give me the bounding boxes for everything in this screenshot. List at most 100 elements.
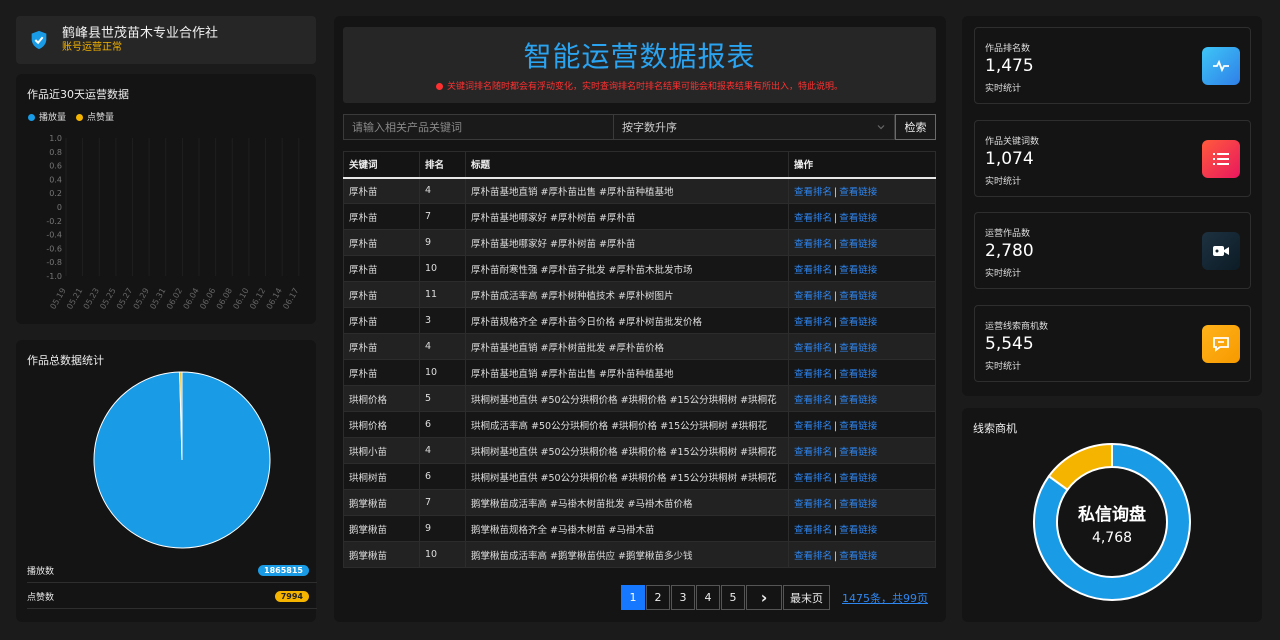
card-value: 1,074 bbox=[985, 149, 1034, 169]
cell-actions: 查看排名 | 查看链接 bbox=[788, 463, 936, 490]
search-button[interactable]: 检索 bbox=[895, 114, 936, 140]
table-row: 珙桐树苗 6 珙桐树基地直供 #50公分珙桐价格 #珙桐价格 #15公分珙桐树 #珙… bbox=[343, 463, 936, 490]
table-row: 厚朴苗 9 厚朴苗基地哪家好 #厚朴树苗 #厚朴苗 查看排名 | 查看链接 bbox=[343, 229, 936, 256]
page-5[interactable]: 5 bbox=[721, 585, 745, 610]
view-rank-link[interactable]: 查看排名 bbox=[794, 473, 832, 484]
y-tick-label: -0.6 bbox=[46, 244, 62, 253]
last-page-button[interactable]: 最末页 bbox=[783, 585, 830, 610]
page-1[interactable]: 1 bbox=[621, 585, 645, 610]
cell-title: 珙桐成活率高 #50公分珙桐价格 #珙桐价格 #15公分珙桐树 #珙桐花 bbox=[465, 411, 789, 438]
cell-rank: 10 bbox=[419, 255, 466, 282]
cell-title: 厚朴苗基地直销 #厚朴树苗批发 #厚朴苗价格 bbox=[465, 333, 789, 360]
chevron-down-icon bbox=[877, 125, 885, 130]
view-rank-link[interactable]: 查看排名 bbox=[794, 343, 832, 354]
view-rank-link[interactable]: 查看排名 bbox=[794, 369, 832, 380]
view-link-link[interactable]: 查看链接 bbox=[839, 265, 877, 276]
table-row: 珙桐价格 6 珙桐成活率高 #50公分珙桐价格 #珙桐价格 #15公分珙桐树 #珙桐… bbox=[343, 411, 936, 438]
view-rank-link[interactable]: 查看排名 bbox=[794, 421, 832, 432]
cell-keyword: 珙桐价格 bbox=[343, 411, 420, 438]
view-link-link[interactable]: 查看链接 bbox=[839, 551, 877, 562]
cell-rank: 6 bbox=[419, 463, 466, 490]
like-count-badge: 7994 bbox=[274, 591, 309, 602]
next-page-button[interactable]: › bbox=[746, 585, 782, 610]
cell-keyword: 厚朴苗 bbox=[343, 255, 420, 282]
view-rank-link[interactable]: 查看排名 bbox=[794, 395, 832, 406]
legend-item-play[interactable]: 播放量 bbox=[28, 110, 66, 123]
cell-keyword: 鹅掌楸苗 bbox=[343, 541, 420, 568]
view-link-link[interactable]: 查看链接 bbox=[839, 395, 877, 406]
y-tick-label: -0.8 bbox=[46, 258, 62, 267]
col-rank: 排名 bbox=[419, 151, 466, 179]
cell-keyword: 珙桐小苗 bbox=[343, 437, 420, 464]
view-rank-link[interactable]: 查看排名 bbox=[794, 213, 832, 224]
view-link-link[interactable]: 查看链接 bbox=[839, 499, 877, 510]
donut-center-value: 4,768 bbox=[1092, 530, 1132, 546]
cell-title: 珙桐树基地直供 #50公分珙桐价格 #珙桐价格 #15公分珙桐树 #珙桐花 bbox=[465, 437, 789, 464]
leads-donut-chart: 私信询盘 4,768 bbox=[1033, 442, 1191, 601]
brand-title: 鹤峰县世茂苗木专业合作社 bbox=[62, 26, 219, 41]
view-link-link[interactable]: 查看链接 bbox=[839, 525, 877, 536]
view-link-link[interactable]: 查看链接 bbox=[839, 447, 877, 458]
view-rank-link[interactable]: 查看排名 bbox=[794, 265, 832, 276]
trend-chart-panel: 作品近30天运营数据 播放量 点赞量 1.0 0.8 0.6 0.4 0.2 0 -0.2 -… bbox=[16, 74, 316, 324]
cell-actions: 查看排名 | 查看链接 bbox=[788, 229, 936, 256]
cell-actions: 查看排名 | 查看链接 bbox=[788, 359, 936, 386]
keyword-search-input[interactable] bbox=[343, 114, 614, 140]
view-rank-link[interactable]: 查看排名 bbox=[794, 499, 832, 510]
cell-rank: 9 bbox=[419, 229, 466, 256]
cell-title: 厚朴苗基地哪家好 #厚朴树苗 #厚朴苗 bbox=[465, 229, 789, 256]
totals-pie-chart bbox=[93, 371, 271, 549]
cell-keyword: 厚朴苗 bbox=[343, 359, 420, 386]
cell-title: 厚朴苗耐寒性强 #厚朴苗子批发 #厚朴苗木批发市场 bbox=[465, 255, 789, 282]
sort-select[interactable]: 按字数升序 bbox=[614, 114, 895, 140]
card-sub: 实时统计 bbox=[985, 362, 1022, 372]
view-rank-link[interactable]: 查看排名 bbox=[794, 551, 832, 562]
cell-title: 珙桐树基地直供 #50公分珙桐价格 #珙桐价格 #15公分珙桐树 #珙桐花 bbox=[465, 385, 789, 412]
ranking-table: 关键词 排名 标题 操作 厚朴苗 4 厚朴苗基地直销 #厚朴苗出售 #厚朴苗种植基地… bbox=[343, 151, 936, 568]
cell-title: 厚朴苗基地直销 #厚朴苗出售 #厚朴苗种植基地 bbox=[465, 177, 789, 204]
cell-rank: 6 bbox=[419, 411, 466, 438]
cell-title: 鹅掌楸苗成活率高 #鹅掌楸苗供应 #鹅掌楸苗多少钱 bbox=[465, 541, 789, 568]
cell-rank: 10 bbox=[419, 359, 466, 386]
cell-title: 厚朴苗成活率高 #厚朴树种植技术 #厚朴树图片 bbox=[465, 281, 789, 308]
pagination: 1 2 3 4 5 › 最末页 1475条，共99页 bbox=[621, 585, 928, 610]
legend-item-like[interactable]: 点赞量 bbox=[76, 110, 114, 123]
page-4[interactable]: 4 bbox=[696, 585, 720, 610]
view-rank-link[interactable]: 查看排名 bbox=[794, 317, 832, 328]
table-row: 厚朴苗 4 厚朴苗基地直销 #厚朴树苗批发 #厚朴苗价格 查看排名 | 查看链接 bbox=[343, 333, 936, 360]
view-link-link[interactable]: 查看链接 bbox=[839, 473, 877, 484]
page-3[interactable]: 3 bbox=[671, 585, 695, 610]
view-rank-link[interactable]: 查看排名 bbox=[794, 447, 832, 458]
card-sub: 实时统计 bbox=[985, 84, 1022, 94]
view-link-link[interactable]: 查看链接 bbox=[839, 239, 877, 250]
col-actions: 操作 bbox=[788, 151, 936, 179]
card-sub: 实时统计 bbox=[985, 269, 1022, 279]
view-link-link[interactable]: 查看链接 bbox=[839, 187, 877, 198]
view-link-link[interactable]: 查看链接 bbox=[839, 317, 877, 328]
table-row: 厚朴苗 4 厚朴苗基地直销 #厚朴苗出售 #厚朴苗种植基地 查看排名 | 查看链接 bbox=[343, 177, 936, 204]
table-header-row: 关键词 排名 标题 操作 bbox=[343, 151, 936, 179]
view-rank-link[interactable]: 查看排名 bbox=[794, 525, 832, 536]
view-link-link[interactable]: 查看链接 bbox=[839, 291, 877, 302]
view-link-link[interactable]: 查看链接 bbox=[839, 343, 877, 354]
cell-rank: 4 bbox=[419, 333, 466, 360]
page-2[interactable]: 2 bbox=[646, 585, 670, 610]
y-tick-label: 0.8 bbox=[49, 148, 62, 157]
view-rank-link[interactable]: 查看排名 bbox=[794, 187, 832, 198]
view-rank-link[interactable]: 查看排名 bbox=[794, 239, 832, 250]
table-row: 厚朴苗 10 厚朴苗耐寒性强 #厚朴苗子批发 #厚朴苗木批发市场 查看排名 | 查看链接 bbox=[343, 255, 936, 282]
play-count-badge: 1865815 bbox=[258, 565, 309, 576]
cell-rank: 4 bbox=[419, 177, 466, 204]
y-tick-label: -1.0 bbox=[46, 272, 62, 281]
view-link-link[interactable]: 查看链接 bbox=[839, 369, 877, 380]
cell-rank: 7 bbox=[419, 489, 466, 516]
cell-actions: 查看排名 | 查看链接 bbox=[788, 489, 936, 516]
table-row: 鹅掌楸苗 7 鹅掌楸苗成活率高 #马褂木树苗批发 #马褂木苗价格 查看排名 | 查看链接 bbox=[343, 489, 936, 516]
play-label: 播放数 bbox=[27, 567, 55, 577]
card-value: 1,475 bbox=[985, 56, 1034, 76]
view-rank-link[interactable]: 查看排名 bbox=[794, 291, 832, 302]
view-link-link[interactable]: 查看链接 bbox=[839, 213, 877, 224]
col-title: 标题 bbox=[465, 151, 789, 179]
pagination-total[interactable]: 1475条，共99页 bbox=[842, 590, 928, 606]
view-link-link[interactable]: 查看链接 bbox=[839, 421, 877, 432]
